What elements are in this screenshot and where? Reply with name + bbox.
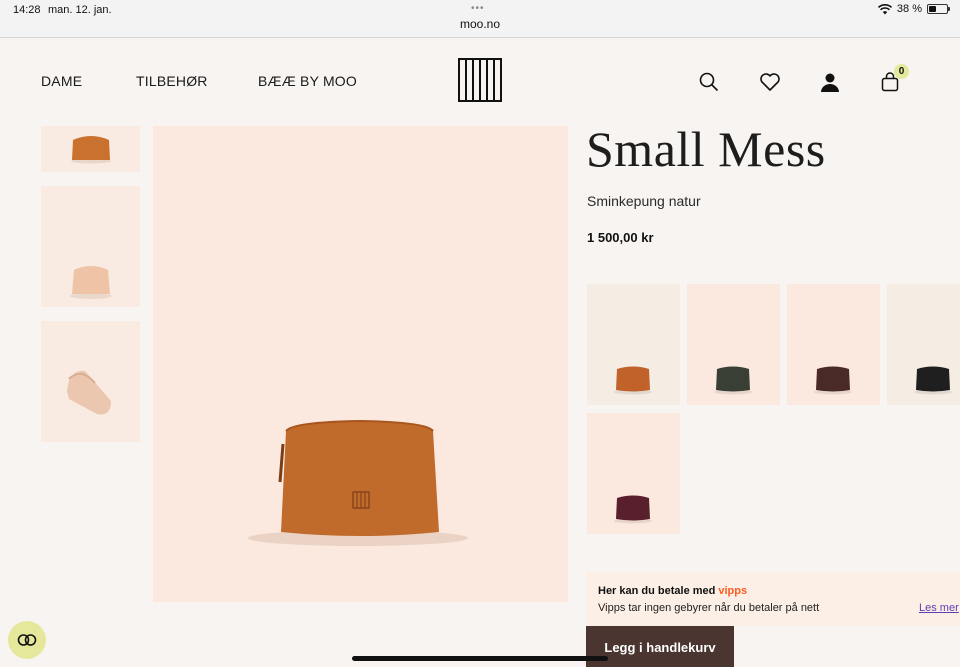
status-time: 14:28 [13,4,41,16]
account-icon[interactable] [819,71,841,93]
gallery-thumbnail-3[interactable] [41,321,140,442]
site-header: DAME TILBEHØR BÆÆ BY MOO 0 [0,39,960,126]
battery-icon [927,4,950,14]
thumbnail-image [67,370,111,415]
variant-bag-image [914,366,952,395]
nav-baeae-by-moo[interactable]: BÆÆ BY MOO [258,73,357,89]
thumbnail-image [70,266,112,299]
color-variant-5[interactable] [587,413,680,534]
chat-icon [17,634,37,646]
cart-count-badge: 0 [894,64,909,79]
vipps-info-box: Her kan du betale med vipps Vipps tar ing… [586,572,960,626]
home-indicator[interactable] [352,656,608,661]
color-variant-4[interactable] [887,284,960,405]
thumbnail-image [71,136,111,164]
color-variant-2[interactable] [687,284,780,405]
product-photo [248,419,468,546]
wifi-icon [877,3,892,14]
status-indicators: 38 % [877,3,950,15]
main-product-image [153,126,568,602]
variant-bag-image [714,366,752,395]
variant-bag-image [814,366,852,395]
variant-bag-image [614,366,652,395]
address-bar-url[interactable]: moo.no [0,17,960,31]
product-price: 1 500,00 kr [587,230,654,245]
color-variant-3[interactable] [787,284,880,405]
vipps-line-1: Her kan du betale med vipps [598,585,747,597]
battery-percent: 38 % [896,3,922,15]
vipps-read-more-link[interactable]: Les mer [919,602,959,614]
gallery-thumbnail-1[interactable] [41,126,140,172]
status-bar: 14:28 man. 12. jan. ••• moo.no 38 % [0,0,960,38]
color-variant-1[interactable] [587,284,680,405]
variant-bag-image [614,495,652,524]
nav-dame[interactable]: DAME [41,73,82,89]
nav-tilbehor[interactable]: TILBEHØR [136,73,208,89]
vipps-description: Vipps tar ingen gebyrer når du betaler p… [598,602,820,614]
gallery-thumbnail-2[interactable] [41,186,140,307]
add-to-cart-button[interactable]: Legg i handlekurv [586,626,734,667]
product-title: Small Mess [586,121,826,177]
moo-logo[interactable] [458,58,502,102]
more-dots-icon[interactable]: ••• [471,3,485,14]
status-date: man. 12. jan. [48,4,112,16]
vipps-logo: vipps [718,585,748,597]
product-subtitle: Sminkepung natur [587,193,701,209]
chat-button[interactable] [8,621,46,659]
vipps-heading: Her kan du betale med [598,585,716,597]
search-icon[interactable] [698,71,720,93]
heart-icon[interactable] [759,71,781,93]
